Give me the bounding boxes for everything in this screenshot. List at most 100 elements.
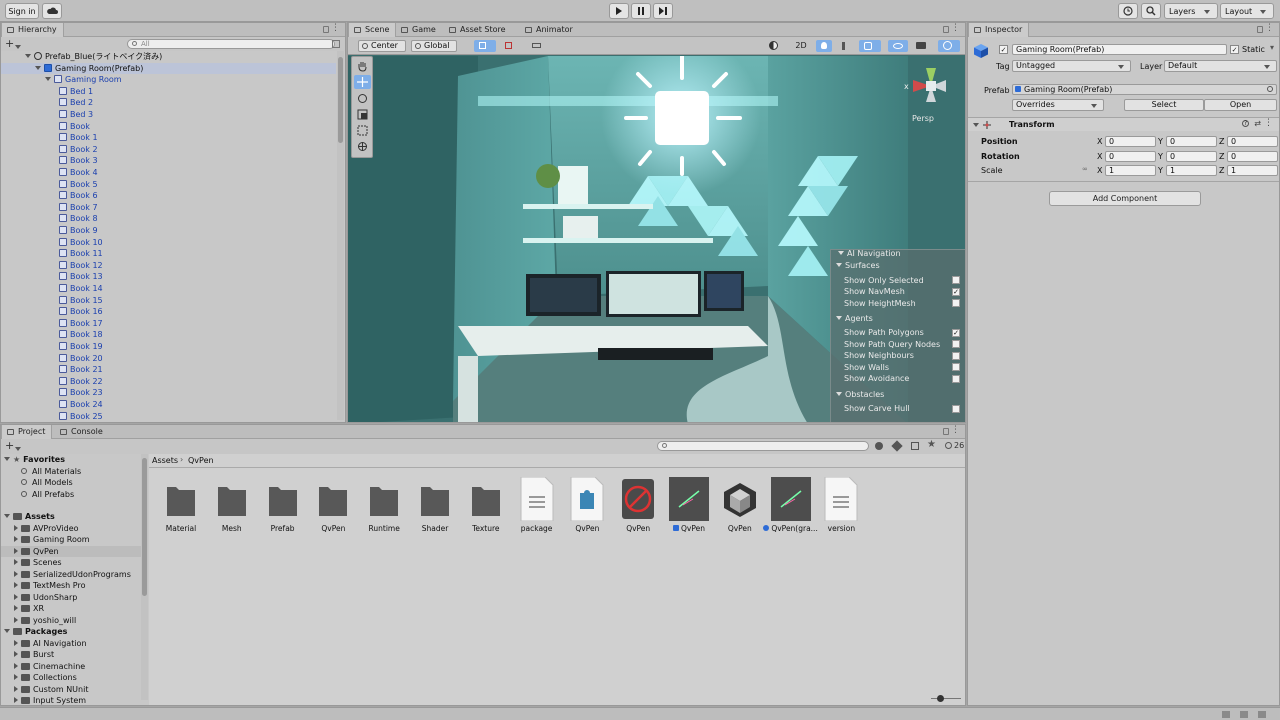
play-button[interactable] <box>609 3 629 19</box>
rotation-x-input[interactable]: 0 <box>1105 151 1156 162</box>
pause-button[interactable] <box>631 3 651 19</box>
pivot-center-dropdown[interactable]: Center <box>358 40 406 52</box>
prefab-root[interactable]: Gaming Room(Prefab) <box>35 63 143 75</box>
tab-game[interactable]: Game <box>396 23 442 37</box>
hidden-objects-toggle[interactable] <box>888 40 908 52</box>
gizmos-toggle[interactable] <box>938 40 960 52</box>
persp-label[interactable]: Persp <box>912 114 934 123</box>
lock-icon[interactable] <box>1257 26 1263 33</box>
show-heightmesh-checkbox[interactable] <box>952 299 960 307</box>
draw-mode-button[interactable] <box>766 40 786 52</box>
tab-asset-store[interactable]: Asset Store <box>444 23 512 37</box>
hierarchy-item[interactable]: Book 16 <box>59 306 103 318</box>
hierarchy-item[interactable]: Book 22 <box>59 376 103 388</box>
hierarchy-item[interactable]: Bed 1 <box>59 86 93 98</box>
show-only-selected-checkbox[interactable] <box>952 276 960 284</box>
hierarchy-item[interactable]: Book 9 <box>59 225 98 237</box>
asset-tile[interactable]: QvPen <box>665 477 713 539</box>
camera-settings-button[interactable] <box>913 40 933 52</box>
show-carve-hull-checkbox[interactable] <box>952 404 960 413</box>
lock-icon[interactable] <box>943 26 949 33</box>
step-button[interactable] <box>653 3 673 19</box>
search-button[interactable] <box>1141 3 1161 19</box>
object-picker-icon[interactable] <box>1267 86 1273 92</box>
hierarchy-item[interactable]: Bed 2 <box>59 97 93 109</box>
static-checkbox[interactable]: ✓ <box>1230 45 1239 54</box>
filter-icon[interactable] <box>332 40 340 48</box>
sign-in-button[interactable]: Sign in <box>5 3 39 19</box>
position-x-input[interactable]: 0 <box>1105 136 1156 147</box>
scene-root[interactable]: Prefab_Blue(ライトベイク済み) <box>25 51 162 63</box>
hierarchy-item[interactable]: Book 20 <box>59 353 103 365</box>
global-space-dropdown[interactable]: Global <box>411 40 457 52</box>
asset-tile[interactable]: Prefab <box>259 477 307 539</box>
asset-tile[interactable]: Texture <box>462 477 510 539</box>
asset-tile[interactable]: QvPen(gra... <box>763 477 818 539</box>
hierarchy-item[interactable]: Book 5 <box>59 179 98 191</box>
asset-tile[interactable]: version <box>817 477 865 539</box>
asset-tile[interactable]: QvPen <box>716 477 764 539</box>
tab-scene[interactable]: Scene <box>348 23 397 37</box>
add-component-button[interactable]: Add Component <box>1049 191 1201 206</box>
transform-header[interactable]: Transform ? ⇄ ⋮ <box>968 118 1279 131</box>
hierarchy-item[interactable]: Book 8 <box>59 213 98 225</box>
lock-icon[interactable] <box>323 26 329 33</box>
more-menu-icon[interactable]: ⋮ <box>1264 118 1273 128</box>
active-checkbox[interactable]: ✓ <box>999 45 1008 54</box>
scrollbar-thumb[interactable] <box>338 57 343 143</box>
asset-tile[interactable]: QvPen <box>563 477 611 539</box>
rotation-z-input[interactable]: 0 <box>1227 151 1278 162</box>
asset-tile[interactable]: Shader <box>411 477 459 539</box>
tab-hierarchy[interactable]: Hierarchy <box>1 23 64 37</box>
preset-icon[interactable]: ⇄ <box>1254 119 1261 128</box>
hand-tool-button[interactable] <box>357 61 368 72</box>
tab-animator[interactable]: Animator <box>520 23 579 37</box>
hierarchy-item[interactable]: Book 14 <box>59 283 103 295</box>
asset-tile[interactable]: Mesh <box>208 477 256 539</box>
position-y-input[interactable]: 0 <box>1166 136 1217 147</box>
hierarchy-item[interactable]: Book 13 <box>59 271 103 283</box>
scale-z-input[interactable]: 1 <box>1227 165 1278 176</box>
help-icon[interactable]: ? <box>1242 120 1249 127</box>
toggle-2d-button[interactable]: 2D <box>793 40 809 52</box>
hierarchy-item[interactable]: Book 7 <box>59 202 98 214</box>
hierarchy-item[interactable]: Book 1 <box>59 132 98 144</box>
status-icon[interactable] <box>1222 711 1230 718</box>
add-object-button[interactable]: + <box>5 37 14 50</box>
asset-tile[interactable]: QvPen <box>614 477 662 539</box>
hierarchy-item[interactable]: Book 10 <box>59 237 103 249</box>
asset-tile[interactable]: QvPen <box>309 477 357 539</box>
hierarchy-scrollbar[interactable] <box>337 51 344 420</box>
layer-dropdown[interactable]: Default <box>1164 60 1277 72</box>
hierarchy-item[interactable]: Book 3 <box>59 155 98 167</box>
select-button[interactable]: Select <box>1124 99 1204 111</box>
hierarchy-item[interactable]: Book 18 <box>59 329 103 341</box>
hierarchy-item[interactable]: Book 19 <box>59 341 103 353</box>
obstacles-header[interactable]: Obstacles <box>836 389 884 401</box>
rotation-y-input[interactable]: 0 <box>1166 151 1217 162</box>
show-avoidance-checkbox[interactable] <box>952 374 960 383</box>
more-menu-icon[interactable]: ⋮ <box>1265 23 1274 33</box>
surfaces-header[interactable]: Surfaces <box>836 260 880 272</box>
asset-tile[interactable]: Material <box>157 477 205 539</box>
hierarchy-item[interactable]: Book 21 <box>59 364 103 376</box>
group-gaming-room[interactable]: Gaming Room <box>45 74 122 86</box>
audio-toggle[interactable] <box>838 40 854 52</box>
history-button[interactable] <box>1118 3 1138 19</box>
prefab-field[interactable]: Gaming Room(Prefab) <box>1012 84 1277 95</box>
overrides-dropdown[interactable]: Overrides <box>1012 99 1104 111</box>
layout-dropdown[interactable]: Layout <box>1220 3 1274 19</box>
orientation-gizmo[interactable]: x Persp <box>898 58 956 138</box>
hierarchy-item[interactable]: Book 2 <box>59 144 98 156</box>
scale-tool-button[interactable] <box>357 109 368 120</box>
show-navmesh-checkbox[interactable]: ✓ <box>952 287 960 296</box>
open-button[interactable]: Open <box>1204 99 1277 111</box>
ai-nav-title[interactable]: AI Navigation <box>838 248 901 260</box>
layers-dropdown[interactable]: Layers <box>1164 3 1218 19</box>
cloud-button[interactable] <box>42 3 62 19</box>
effects-toggle[interactable] <box>859 40 881 52</box>
hierarchy-item[interactable]: Book 23 <box>59 387 103 399</box>
tag-dropdown[interactable]: Untagged <box>1012 60 1131 72</box>
more-menu-icon[interactable]: ⋮ <box>331 23 340 33</box>
agents-header[interactable]: Agents <box>836 313 873 325</box>
